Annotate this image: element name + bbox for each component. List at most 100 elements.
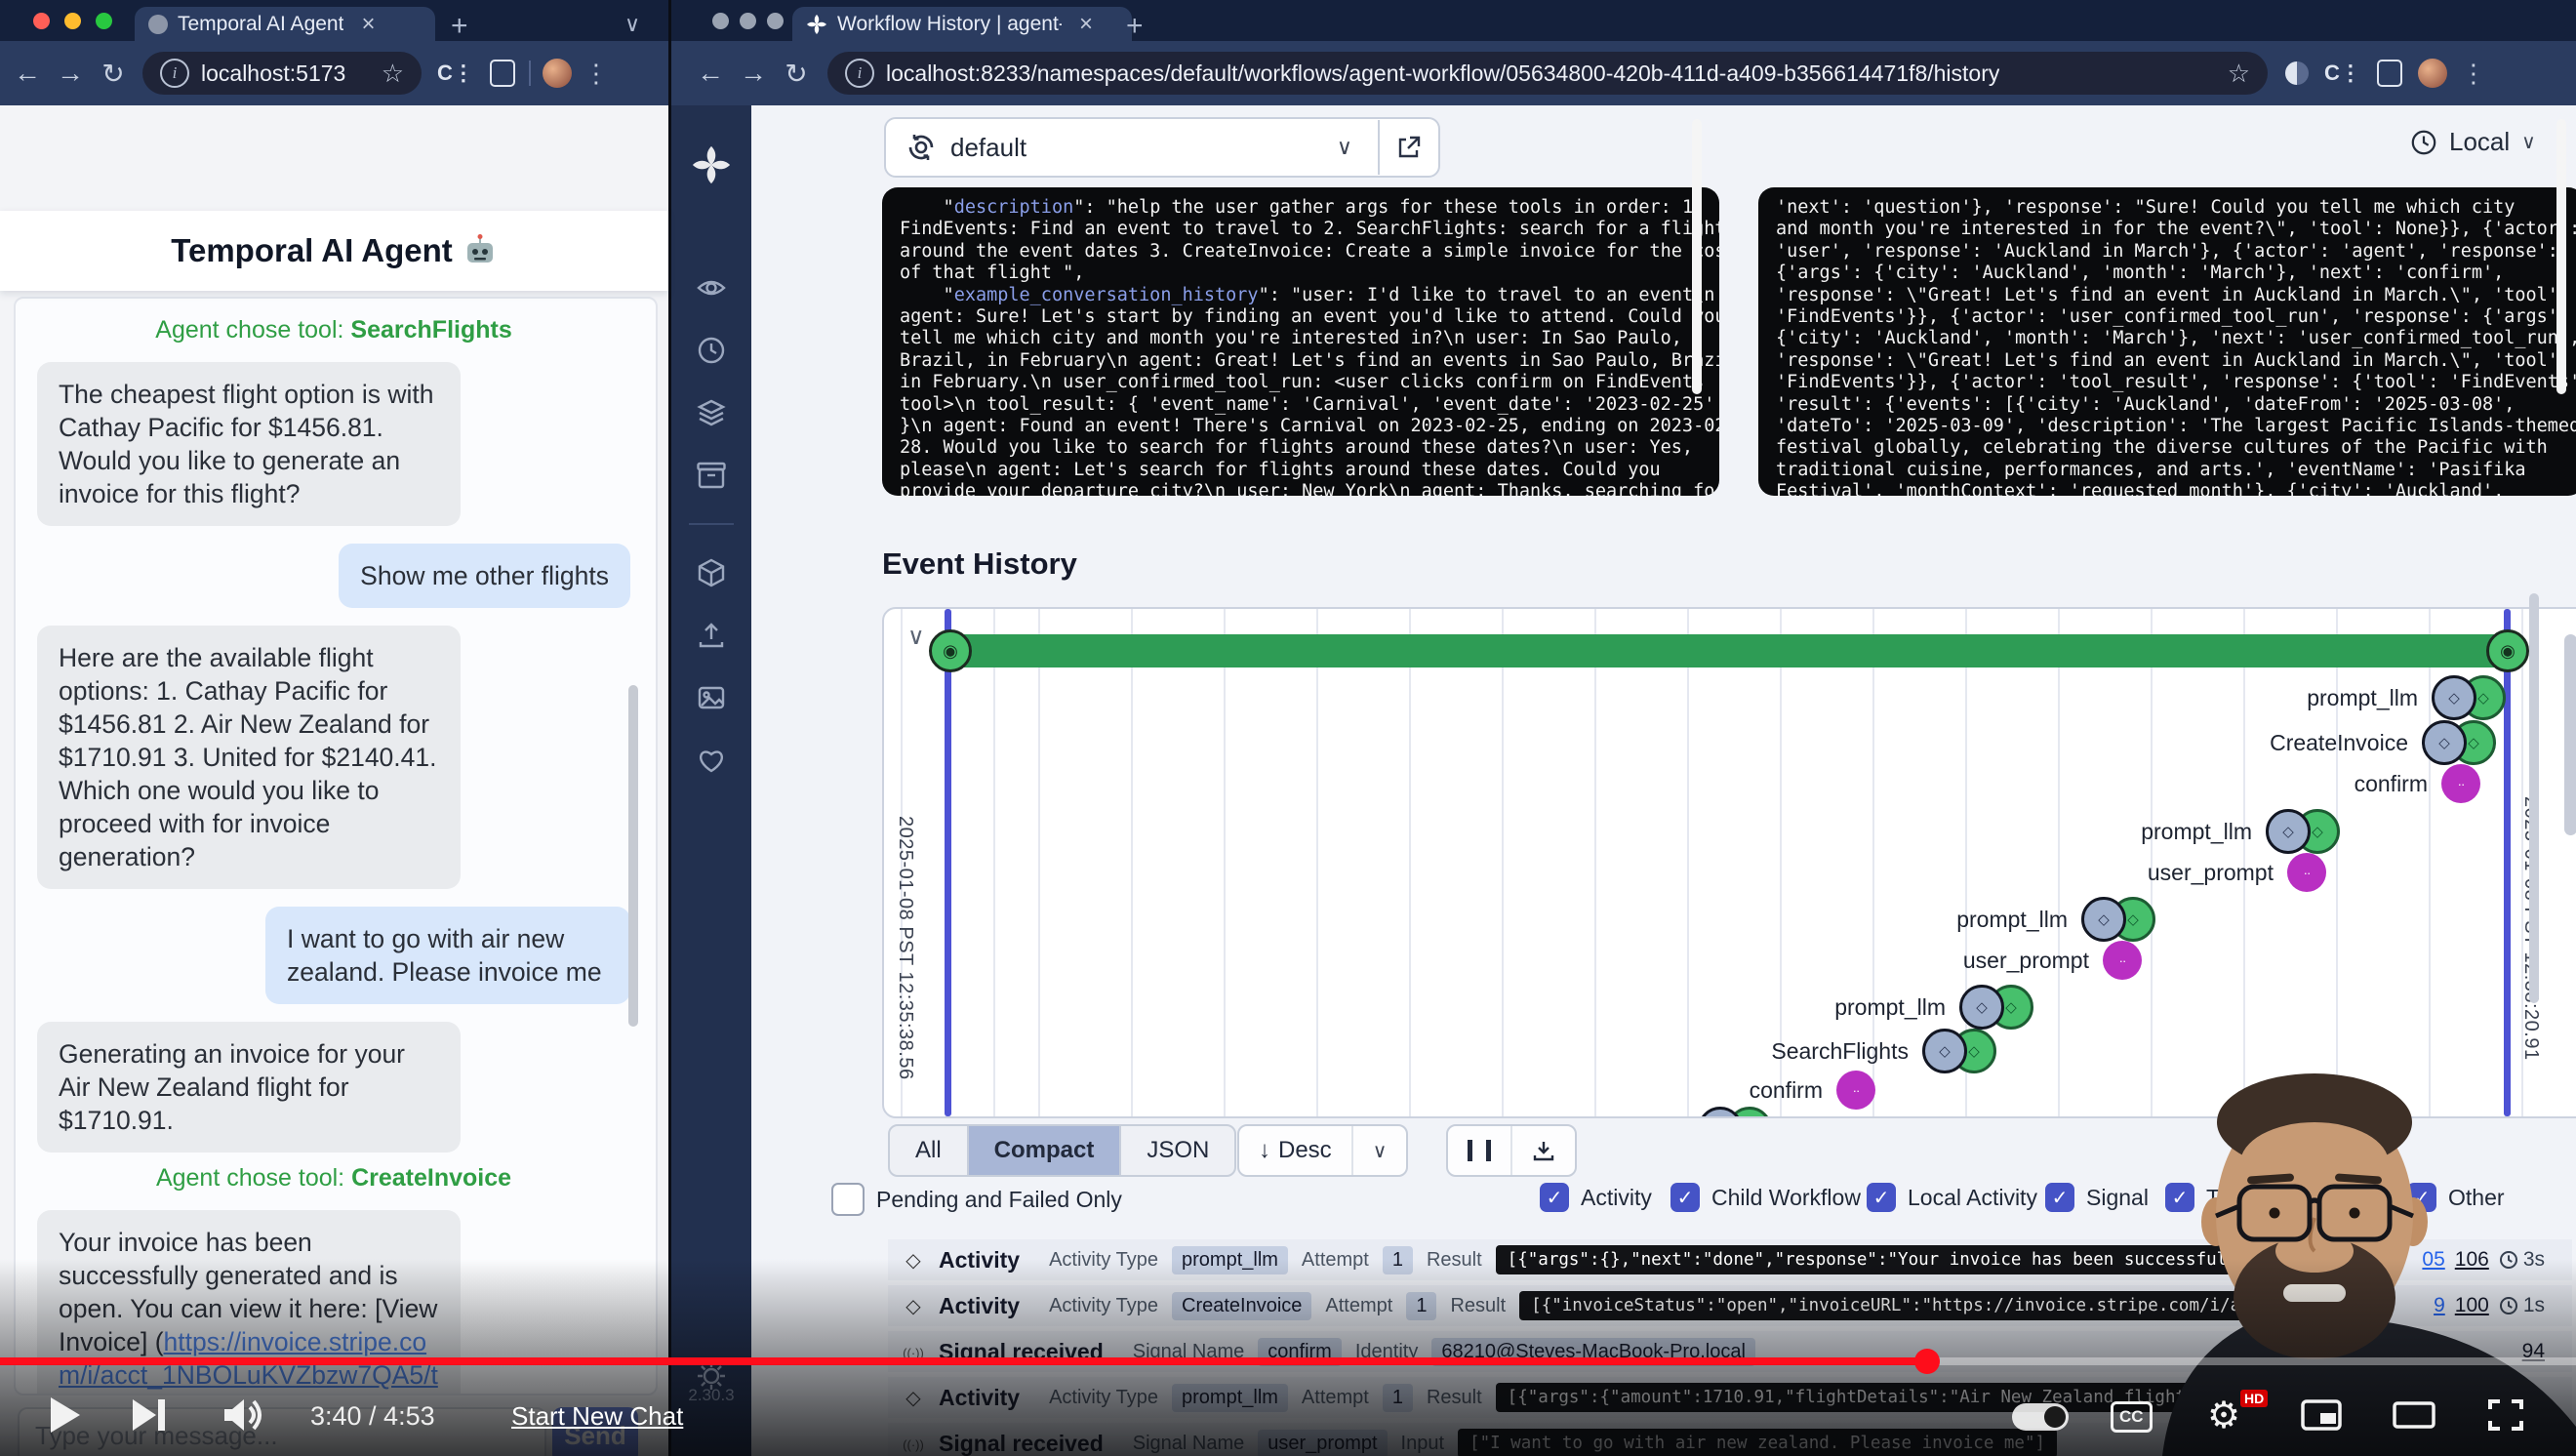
schedules-clock-icon[interactable] [697, 336, 726, 365]
address-bar[interactable]: i localhost:8233/namespaces/default/work… [827, 52, 2268, 95]
activity-scheduled-node[interactable]: ◇ [2432, 675, 2476, 720]
activity-scheduled-node[interactable]: ◇ [1698, 1107, 1743, 1118]
profile-avatar[interactable] [543, 59, 572, 88]
dev-cube-icon[interactable] [697, 558, 726, 587]
timeline-scrollbar[interactable] [2564, 634, 2576, 835]
activity-scheduled-node[interactable]: ◇ [1922, 1029, 1967, 1073]
event-type-filter[interactable]: ✓ Activity [1540, 1183, 1652, 1212]
miniplayer-button[interactable] [2301, 1399, 2342, 1431]
extensions-icon[interactable] [490, 60, 515, 87]
autoplay-toggle[interactable] [2012, 1403, 2069, 1431]
signal-node[interactable]: ·· [2103, 941, 2142, 980]
sort-desc-button[interactable]: ↓Desc [1239, 1126, 1353, 1175]
timeline-event-row[interactable]: confirm ◇ ◇ ·· [1750, 1071, 1875, 1110]
timezone-value[interactable]: Local [2449, 127, 2510, 157]
zoom-window-button[interactable] [767, 13, 784, 29]
event-type-filter[interactable]: ✓ Child Workflow [1670, 1183, 1861, 1212]
back-button[interactable]: ← [6, 58, 49, 89]
activity-node-pair[interactable]: ◇ ◇ [1698, 1107, 1772, 1118]
timeline-event-row[interactable]: prompt_llm ◇ ◇ ·· [2141, 809, 2340, 854]
activity-scheduled-node[interactable]: ◇ [2081, 897, 2126, 942]
timeline-event-row[interactable]: confirm ◇ ◇ ·· [2355, 764, 2480, 803]
minimize-window-button[interactable] [64, 13, 81, 29]
workflow-input-json[interactable]: "description": "help the user gather arg… [882, 187, 1719, 496]
activity-scheduled-node[interactable]: ◇ [2422, 720, 2467, 765]
start-new-chat-link[interactable]: Start New Chat [511, 1401, 683, 1432]
tab-search-chevron-icon[interactable]: ∨ [624, 12, 640, 37]
chevron-down-icon[interactable]: ∨ [2521, 130, 2536, 154]
activity-node-pair[interactable]: ◇ ◇ [1922, 1029, 1996, 1073]
activity-node-pair[interactable]: ◇ ◇ [2432, 675, 2506, 720]
archive-box-icon[interactable] [697, 461, 726, 490]
chat-message-list[interactable]: Agent chose tool: SearchFlights The chea… [14, 297, 658, 1395]
timeline-event-row[interactable]: SearchFlights ◇ ◇ ·· [1771, 1029, 1996, 1073]
settings-gear-button[interactable]: ⚙ [2207, 1394, 2240, 1437]
extension-c-icon[interactable]: C⋮ [2324, 61, 2361, 86]
tab-close-icon[interactable]: × [361, 11, 375, 38]
playback-control[interactable] [1446, 1124, 1577, 1177]
pending-failed-filter[interactable]: Pending and Failed Only [831, 1183, 1122, 1216]
timeline-event-row[interactable]: user_prompt ◇ ◇ ·· [1963, 941, 2142, 980]
new-tab-button[interactable]: + [451, 10, 468, 43]
chat-scrollbar[interactable] [628, 685, 638, 1027]
timeline-event-row[interactable]: CreateInvoice ◇ ◇ ·· [2270, 720, 2496, 765]
namespace-selector[interactable]: default ∨ [884, 117, 1440, 178]
code-scrollbar[interactable] [2556, 119, 2566, 394]
progress-playhead[interactable] [1914, 1349, 1940, 1374]
namespaces-layers-icon[interactable] [697, 398, 726, 427]
close-window-button[interactable] [712, 13, 729, 29]
captions-button[interactable]: CC [2111, 1401, 2153, 1433]
forward-button[interactable]: → [49, 58, 92, 89]
import-upload-icon[interactable] [697, 621, 726, 650]
event-type-filter[interactable]: ✓ Local Activity [1867, 1183, 2037, 1212]
site-info-icon[interactable]: i [160, 59, 189, 88]
workflow-start-node[interactable]: ◉ [929, 629, 972, 672]
sort-control[interactable]: ↓Desc ∨ [1237, 1124, 1408, 1177]
workflow-end-node[interactable]: ◉ [2486, 629, 2529, 672]
new-tab-button[interactable]: + [1126, 10, 1144, 43]
back-button[interactable]: ← [689, 58, 732, 89]
signal-node[interactable]: ·· [2441, 764, 2480, 803]
activity-scheduled-node[interactable]: ◇ [1959, 985, 2004, 1030]
tab-temporal-ai-agent[interactable]: Temporal AI Agent × [135, 7, 435, 41]
video-progress-bar[interactable] [0, 1357, 2576, 1365]
next-button[interactable] [129, 1395, 168, 1435]
signal-node[interactable]: ·· [2287, 853, 2326, 892]
activity-node-pair[interactable]: ◇ ◇ [1959, 985, 2033, 1030]
play-button[interactable] [45, 1394, 84, 1436]
activity-node-pair[interactable]: ◇ ◇ [2266, 809, 2340, 854]
view-compact-button[interactable]: Compact [969, 1126, 1122, 1175]
browser-menu-icon[interactable]: ⋮ [2461, 59, 2486, 89]
workflow-result-json[interactable]: 'next': 'question'}, 'response': "Sure! … [1758, 187, 2576, 496]
address-bar[interactable]: i localhost:5173 ☆ [142, 52, 422, 95]
tab-close-icon[interactable]: × [1079, 11, 1093, 38]
timeline-event-row[interactable]: prompt_llm ◇ ◇ ·· [2307, 675, 2506, 720]
checkbox-checked[interactable]: ✓ [1867, 1183, 1896, 1212]
view-mode-segmented-control[interactable]: All Compact JSON [888, 1124, 1236, 1177]
tab-workflow-history[interactable]: Workflow History | agent-wor × [792, 7, 1132, 41]
extensions-icon[interactable] [2377, 60, 2402, 87]
timeline-event-row[interactable]: user_prompt ◇ ◇ ·· [2148, 853, 2326, 892]
pause-button[interactable] [1448, 1126, 1512, 1175]
profile-avatar[interactable] [2418, 59, 2447, 88]
timeline-event-row[interactable]: prompt_llm ◇ ◇ ·· [1573, 1107, 1772, 1118]
download-history-button[interactable] [1512, 1126, 1575, 1175]
theater-mode-button[interactable] [2393, 1399, 2435, 1431]
bookmark-star-icon[interactable]: ☆ [2228, 59, 2250, 89]
activity-node-pair[interactable]: ◇ ◇ [2422, 720, 2496, 765]
open-external-icon[interactable] [1380, 135, 1438, 160]
activity-scheduled-node[interactable]: ◇ [2266, 809, 2311, 854]
site-info-icon[interactable]: i [845, 59, 874, 88]
bookmark-star-icon[interactable]: ☆ [382, 59, 404, 89]
timeline-event-row[interactable]: prompt_llm ◇ ◇ ·· [1834, 985, 2033, 1030]
checkbox-checked[interactable]: ✓ [1540, 1183, 1569, 1212]
zoom-window-button[interactable] [96, 13, 112, 29]
volume-button[interactable] [221, 1395, 265, 1435]
checkbox-checked[interactable]: ✓ [1670, 1183, 1700, 1212]
code-scrollbar[interactable] [1692, 119, 1702, 394]
forward-button[interactable]: → [732, 58, 775, 89]
browser-menu-icon[interactable]: ⋮ [584, 59, 609, 89]
collapse-chevron-icon[interactable]: ∨ [907, 623, 925, 651]
fullscreen-button[interactable] [2486, 1397, 2525, 1433]
activity-node-pair[interactable]: ◇ ◇ [2081, 897, 2155, 942]
